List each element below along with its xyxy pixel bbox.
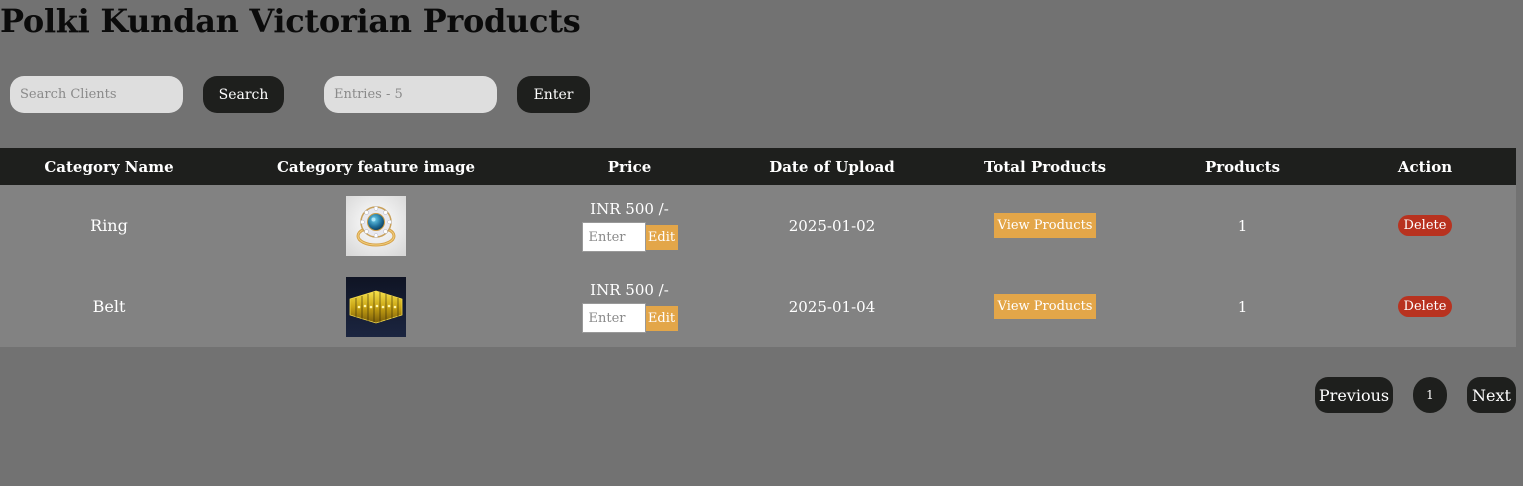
header-category-image: Category feature image xyxy=(276,157,475,176)
table-header-row: Category Name Category feature image Pri… xyxy=(0,148,1516,185)
view-products-button[interactable]: View Products xyxy=(993,213,1097,238)
price-input[interactable] xyxy=(581,222,646,252)
header-category-name: Category Name xyxy=(44,157,174,176)
edit-price-button[interactable]: Edit xyxy=(645,224,678,250)
page-number-button[interactable]: 1 xyxy=(1413,377,1447,413)
price-edit-group: Edit xyxy=(581,222,678,252)
price-edit-group: Edit xyxy=(581,303,678,333)
previous-page-button[interactable]: Previous xyxy=(1315,377,1393,413)
products-count: 1 xyxy=(1237,297,1248,316)
total-products-cell: View Products xyxy=(939,185,1151,266)
price-value: INR 500 /- xyxy=(590,200,669,218)
total-products-cell: View Products xyxy=(939,266,1151,347)
table-row: Belt INR 500 /- Enter Edit 2025-01-04 Vi… xyxy=(0,266,1516,347)
header-date-of-upload: Date of Upload xyxy=(769,157,895,176)
enter-button[interactable]: Enter xyxy=(517,76,590,113)
search-button[interactable]: Search xyxy=(203,76,284,113)
header-action: Action xyxy=(1397,157,1453,176)
search-input[interactable] xyxy=(10,76,183,113)
action-cell: Delete xyxy=(1334,185,1516,266)
page: Polki Kundan Victorian Products Search E… xyxy=(0,0,1523,486)
table-row: Ring INR 500 /- Enter Edit 2025-01-02 Vi… xyxy=(0,185,1516,266)
view-products-button[interactable]: View Products xyxy=(993,294,1097,319)
delete-button[interactable]: Delete xyxy=(1397,296,1453,317)
category-image-cell xyxy=(218,266,534,347)
price-cell: INR 500 /- Edit xyxy=(534,185,725,266)
date-of-upload: 2025-01-02 xyxy=(788,216,876,235)
ring-image-icon xyxy=(346,195,406,256)
action-cell: Delete xyxy=(1334,266,1516,347)
belt-image-icon xyxy=(346,276,406,337)
header-products: Products xyxy=(1204,157,1281,176)
next-page-button[interactable]: Next xyxy=(1467,377,1516,413)
entries-input[interactable] xyxy=(324,76,497,113)
category-image-cell xyxy=(218,185,534,266)
price-cell: INR 500 /- Edit xyxy=(534,266,725,347)
price-input[interactable] xyxy=(581,303,646,333)
header-total-products: Total Products xyxy=(983,157,1107,176)
page-title: Polki Kundan Victorian Products xyxy=(0,2,581,40)
date-of-upload: 2025-01-04 xyxy=(788,297,876,316)
category-name: Ring xyxy=(90,216,128,235)
price-value: INR 500 /- xyxy=(590,281,669,299)
products-table: Category Name Category feature image Pri… xyxy=(0,148,1516,347)
delete-button[interactable]: Delete xyxy=(1397,215,1453,236)
products-count: 1 xyxy=(1237,216,1248,235)
header-price: Price xyxy=(607,157,652,176)
category-name: Belt xyxy=(92,297,126,316)
edit-price-button[interactable]: Edit xyxy=(645,305,678,331)
